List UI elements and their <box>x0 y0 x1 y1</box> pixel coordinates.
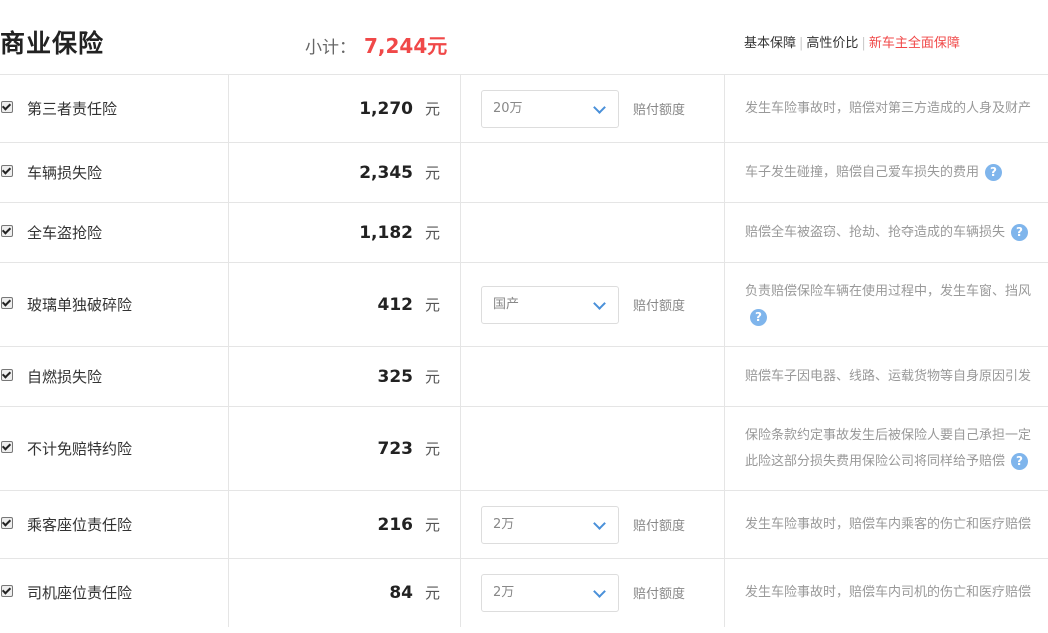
coverage-select[interactable]: 国产 <box>481 285 619 324</box>
coverage-label: 赔付额度 <box>633 299 686 314</box>
price-unit: 元 <box>424 224 440 242</box>
insurance-name: 车辆损失险 <box>27 164 103 182</box>
chevron-down-icon <box>593 296 606 310</box>
plan-tabs: 基本保障 | 高性价比 | 新车主全面保障 <box>744 32 960 51</box>
description-text-2: 此险这部分损失费用保险公司将同样给予赔偿 <box>745 453 1006 469</box>
checkbox[interactable] <box>1 164 13 177</box>
subtotal-label: 小计： <box>305 38 356 58</box>
table-row: 第三者责任险 1,270 元 20万 赔付额度 发生车险事故时，赔偿对第三方造成的人… <box>0 74 1048 143</box>
description: 保险条款约定事故发生后被保险人要自己承担一定 此险这部分损失费用保险公司将同样给予… <box>725 423 1048 475</box>
price: 84 元 <box>229 582 460 603</box>
description: 赔偿车子因电器、线路、运载货物等自身原因引发 <box>725 364 1048 390</box>
price: 723 元 <box>229 438 460 459</box>
tab-basic[interactable]: 基本保障 <box>744 36 796 51</box>
table-row: 不计免赔特约险 723 元 保险条款约定事故发生后被保险人要自己承担一定 此险这部分… <box>0 406 1048 491</box>
insurance-name: 司机座位责任险 <box>27 584 133 603</box>
table-row: 乘客座位责任险 216 元 2万 赔付额度 发生车险事故时，赔偿车内乘客的伤亡和医疗… <box>0 490 1048 559</box>
insurance-table: 第三者责任险 1,270 元 20万 赔付额度 发生车险事故时，赔偿对第三方造成的人… <box>0 74 1048 627</box>
description: 赔偿全车被盗窃、抢劫、抢夺造成的车辆损失? <box>725 220 1048 246</box>
chevron-down-icon <box>593 584 606 598</box>
coverage-select-value: 2万 <box>493 584 515 600</box>
insurance-name: 不计免赔特约险 <box>27 440 133 458</box>
checkbox[interactable] <box>1 224 13 237</box>
checkbox[interactable] <box>1 440 13 453</box>
coverage-select-value: 2万 <box>493 516 515 532</box>
price: 1,270 元 <box>229 98 460 119</box>
price: 412 元 <box>229 294 460 315</box>
coverage-select-value: 20万 <box>493 100 523 116</box>
coverage-label: 赔付额度 <box>633 587 686 603</box>
coverage-label: 赔付额度 <box>633 519 686 534</box>
coverage-label: 赔付额度 <box>633 103 686 118</box>
tab-value[interactable]: 高性价比 <box>806 36 858 51</box>
price: 325 元 <box>229 366 460 387</box>
price-value: 1,270 <box>359 99 413 119</box>
price-value: 1,182 <box>359 223 413 243</box>
subtotal: 小计： 7,244元 <box>305 30 447 59</box>
help-icon[interactable]: ? <box>985 163 1003 181</box>
table-row: 车辆损失险 2,345 元 车子发生碰撞，赔偿自己爱车损失的费用? <box>0 142 1048 203</box>
description-text: 赔偿车子因电器、线路、运载货物等自身原因引发 <box>745 368 1032 384</box>
checkbox[interactable] <box>1 100 13 113</box>
coverage-select-value: 国产 <box>493 296 520 312</box>
checkbox[interactable] <box>1 368 13 381</box>
insurance-name: 第三者责任险 <box>27 100 118 118</box>
insurance-name: 乘客座位责任险 <box>27 516 133 534</box>
price: 1,182 元 <box>229 222 460 243</box>
checkbox[interactable] <box>1 296 13 309</box>
price: 2,345 元 <box>229 162 460 183</box>
price-value: 216 <box>377 515 413 535</box>
insurance-name: 全车盗抢险 <box>27 224 103 242</box>
help-icon[interactable]: ? <box>1011 223 1029 241</box>
tab-divider: | <box>861 36 866 51</box>
description-text: 负责赔偿保险车辆在使用过程中，发生车窗、挡风 <box>745 283 1032 299</box>
description: 负责赔偿保险车辆在使用过程中，发生车窗、挡风? <box>725 279 1048 331</box>
price-unit: 元 <box>424 440 440 458</box>
subtotal-amount: 7,244元 <box>364 34 448 58</box>
description-text: 发生车险事故时，赔偿车内司机的伤亡和医疗赔偿 <box>745 584 1032 600</box>
insurance-name: 玻璃单独破碎险 <box>27 296 133 314</box>
price-value: 723 <box>377 439 413 459</box>
description: 车子发生碰撞，赔偿自己爱车损失的费用? <box>725 160 1048 186</box>
price: 216 元 <box>229 514 460 535</box>
checkbox[interactable] <box>1 516 13 529</box>
description-text: 发生车险事故时，赔偿车内乘客的伤亡和医疗赔偿 <box>745 516 1032 532</box>
table-row: 玻璃单独破碎险 412 元 国产 赔付额度 负责赔偿保险车辆在使用过程中，发生车窗、… <box>0 262 1048 347</box>
price-value: 2,345 <box>359 163 413 183</box>
price-unit: 元 <box>424 584 440 603</box>
tab-divider: | <box>799 36 804 51</box>
page-title: 商业保险 <box>0 29 105 58</box>
price-unit: 元 <box>424 164 440 182</box>
table-row: 全车盗抢险 1,182 元 赔偿全车被盗窃、抢劫、抢夺造成的车辆损失? <box>0 202 1048 263</box>
price-unit: 元 <box>424 516 440 534</box>
price-unit: 元 <box>424 100 440 118</box>
coverage-select[interactable]: 2万 <box>481 573 619 612</box>
description: 发生车险事故时，赔偿车内乘客的伤亡和医疗赔偿 <box>725 512 1048 538</box>
price-unit: 元 <box>424 296 440 314</box>
description: 发生车险事故时，赔偿对第三方造成的人身及财产 <box>725 96 1048 122</box>
header: 商业保险 小计： 7,244元 基本保障 | 高性价比 | 新车主全面保障 <box>0 0 1048 74</box>
price-value: 325 <box>377 367 413 387</box>
coverage-select[interactable]: 20万 <box>481 89 619 128</box>
price-value: 84 <box>389 583 413 604</box>
price-value: 412 <box>377 295 413 315</box>
description: 发生车险事故时，赔偿车内司机的伤亡和医疗赔偿 <box>725 580 1048 606</box>
help-icon[interactable]: ? <box>750 308 767 326</box>
help-icon[interactable]: ? <box>1011 452 1029 470</box>
chevron-down-icon <box>593 516 606 530</box>
coverage-select[interactable]: 2万 <box>481 505 619 544</box>
checkbox[interactable] <box>1 584 13 597</box>
price-unit: 元 <box>424 368 440 386</box>
chevron-down-icon <box>593 100 606 114</box>
description-text: 发生车险事故时，赔偿对第三方造成的人身及财产 <box>745 100 1032 116</box>
table-row: 自燃损失险 325 元 赔偿车子因电器、线路、运载货物等自身原因引发 <box>0 346 1048 407</box>
tab-new-owner[interactable]: 新车主全面保障 <box>869 36 960 51</box>
description-text: 赔偿全车被盗窃、抢劫、抢夺造成的车辆损失 <box>745 224 1006 240</box>
table-row: 司机座位责任险 84 元 2万 赔付额度 发生车险事故时，赔偿车内司机的伤亡和医疗赔… <box>0 558 1048 627</box>
description-text: 保险条款约定事故发生后被保险人要自己承担一定 <box>745 427 1032 443</box>
insurance-name: 自燃损失险 <box>27 368 103 386</box>
description-text: 车子发生碰撞，赔偿自己爱车损失的费用 <box>745 164 980 180</box>
